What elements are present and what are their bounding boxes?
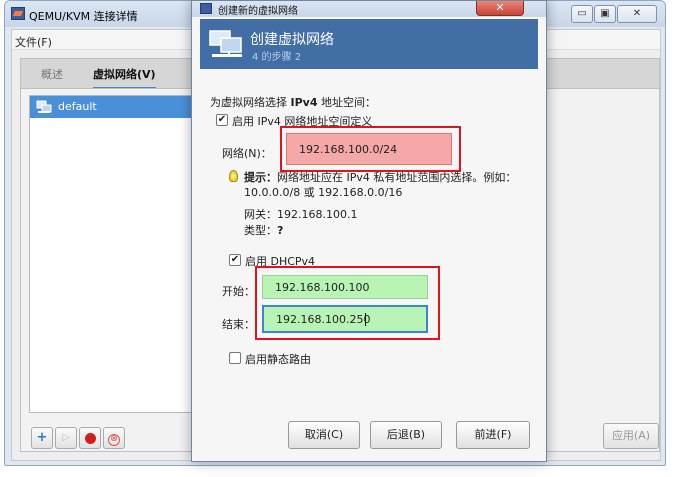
network-name: default [58, 100, 97, 113]
menu-file[interactable]: 文件(F) [15, 34, 52, 50]
enable-static-route-label[interactable]: 启用静态路由 [245, 351, 311, 367]
dhcp-start-label: 开始： [222, 285, 255, 298]
wizard-title: 创建虚拟网络 [250, 32, 334, 48]
forward-button[interactable]: 前进(F) [456, 421, 530, 449]
delete-icon: ⊗ [108, 434, 120, 446]
enable-static-route-checkbox[interactable] [229, 352, 241, 364]
network-address-input[interactable]: 192.168.100.0/24 [286, 133, 452, 165]
enable-dhcp-checkbox[interactable]: ✔ [229, 254, 241, 266]
cancel-button[interactable]: 取消(C) [288, 421, 360, 449]
gateway-text: 网关：192.168.100.1 [244, 208, 358, 221]
delete-network-button[interactable]: ⊗ [103, 427, 125, 449]
main-window-title: QEMU/KVM 连接详情 [29, 10, 138, 23]
maximize-button[interactable]: ▣ [594, 5, 616, 23]
add-network-button[interactable]: + [31, 427, 53, 449]
stop-icon [84, 433, 96, 444]
apply-button[interactable]: 应用(A) [603, 423, 659, 449]
network-label: 网络(N)： [222, 147, 272, 160]
dhcp-start-input[interactable]: 192.168.100.100 [262, 275, 428, 299]
network-list[interactable]: default [29, 95, 201, 413]
dhcp-end-input[interactable]: 192.168.100.250 [262, 305, 428, 333]
prompt-prefix: 为虚拟网络选择 [210, 96, 291, 109]
tab-overview[interactable]: 概述 [41, 66, 63, 82]
list-item[interactable]: default [30, 96, 200, 118]
start-network-button[interactable]: ▷ [55, 427, 77, 449]
network-address-value: 192.168.100.0/24 [299, 143, 398, 156]
virt-manager-icon [11, 7, 25, 20]
lightbulb-icon [229, 170, 238, 182]
text-caret [365, 313, 366, 326]
dialog-header-banner: 创建虚拟网络 4 的步骤 2 [200, 19, 538, 69]
dialog-title-icon [200, 3, 212, 14]
dialog-close-button[interactable]: ✕ [476, 1, 524, 16]
dhcp-end-value: 192.168.100.250 [276, 313, 371, 326]
network-wizard-icon [209, 30, 242, 57]
close-button[interactable]: ✕ [617, 5, 657, 23]
network-icon [36, 100, 52, 113]
hint-line-2: 10.0.0.0/8 或 192.168.0.0/16 [244, 186, 403, 199]
dialog-title: 创建新的虚拟网络 [218, 6, 298, 17]
hint-line-1: 提示：网络地址应在 IPv4 私有地址范围内选择。例如： [244, 169, 516, 185]
dialog-titlebar: 创建新的虚拟网络 ✕ [192, 1, 546, 17]
type-value: ? [277, 224, 284, 237]
type-prefix: 类型： [244, 224, 277, 237]
wizard-step: 4 的步骤 2 [252, 52, 302, 63]
back-button[interactable]: 后退(B) [370, 421, 442, 449]
create-network-dialog: 创建新的虚拟网络 ✕ 创建虚拟网络 4 的步骤 2 为虚拟网络选择 IPv4 地… [191, 0, 547, 462]
hint-text-1: 网络地址应在 IPv4 私有地址范围内选择。例如： [277, 171, 517, 184]
minimize-button[interactable]: ▭ [571, 5, 593, 23]
enable-ipv4-checkbox[interactable]: ✔ [216, 114, 228, 126]
dhcp-end-label: 结束： [222, 318, 255, 331]
type-text: 类型：? [244, 222, 283, 238]
hint-bold: 提示： [244, 171, 277, 184]
tab-virtual-networks[interactable]: 虚拟网络(V) [93, 66, 156, 90]
address-space-prompt: 为虚拟网络选择 IPv4 地址空间： [210, 94, 376, 110]
dhcp-start-value: 192.168.100.100 [275, 281, 370, 294]
stop-network-button[interactable] [79, 427, 101, 449]
prompt-suffix: 地址空间： [317, 96, 376, 109]
prompt-bold: IPv4 [290, 96, 318, 109]
